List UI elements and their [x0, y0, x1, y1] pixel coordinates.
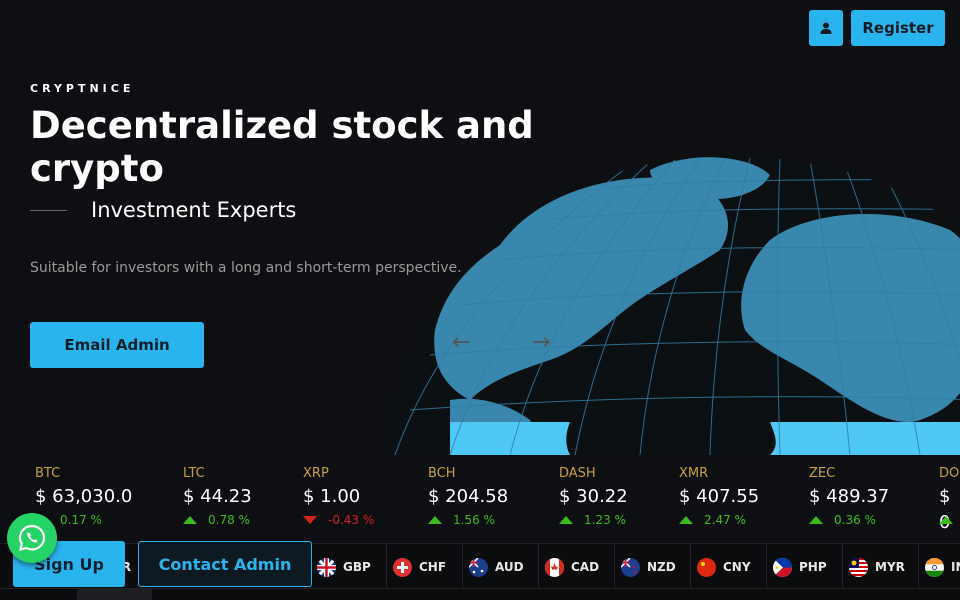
currency-code: CAD — [571, 560, 600, 574]
currency-code: CNY — [723, 560, 751, 574]
triangle-up-icon — [559, 516, 573, 524]
coin-symbol: XRP — [303, 466, 329, 481]
swiss-flag-icon — [393, 557, 412, 577]
whatsapp-icon — [18, 524, 46, 552]
ticker-item: DO $ 0 — [939, 464, 960, 530]
currency-code: MYR — [875, 560, 905, 574]
currency-item[interactable]: GBP — [310, 544, 386, 590]
coin-symbol: LTC — [183, 466, 205, 481]
currency-item[interactable]: IN — [918, 544, 960, 590]
coin-change: 0.36 % — [809, 510, 889, 530]
ticker-item: ZEC $ 489.37 0.36 % — [809, 464, 889, 530]
ticker-item: DASH $ 30.22 1.23 % — [559, 464, 628, 530]
coin-change: 1.23 % — [559, 510, 628, 530]
arrow-left-icon[interactable]: ← — [452, 330, 470, 355]
coin-price: $ 1.00 — [303, 486, 361, 507]
globe-illustration — [390, 156, 960, 455]
coin-change: 1.56 % — [428, 510, 508, 530]
currency-item[interactable]: PHP — [766, 544, 842, 590]
coin-price: $ 44.23 — [183, 486, 252, 507]
contact-admin-button[interactable]: Contact Admin — [138, 541, 312, 587]
currency-item[interactable]: CNY — [690, 544, 766, 590]
arrow-right-icon[interactable]: → — [532, 330, 550, 355]
coin-symbol: XMR — [679, 466, 709, 481]
email-admin-button[interactable]: Email Admin — [30, 322, 204, 368]
coin-symbol: ZEC — [809, 466, 836, 481]
currency-code: AUD — [495, 560, 524, 574]
divider — [30, 209, 67, 211]
triangle-up-icon — [939, 516, 953, 524]
coin-price: $ 0 — [939, 486, 951, 530]
coin-price: $ 489.37 — [809, 486, 890, 507]
coin-price: $ 204.58 — [428, 486, 509, 507]
coin-symbol: BCH — [428, 466, 456, 481]
philippines-flag-icon — [773, 557, 792, 577]
currency-code: GBP — [343, 560, 371, 574]
currency-code: NZD — [647, 560, 676, 574]
coin-change: -0.43 % — [303, 510, 374, 530]
page: Register CRYPTNICE Decentralized stock a… — [0, 0, 960, 600]
coin-change: 2.47 % — [679, 510, 759, 530]
currency-code: IN — [951, 560, 960, 574]
coin-symbol: BTC — [35, 466, 61, 481]
currency-item[interactable]: NZD — [614, 544, 690, 590]
lower-strip — [0, 589, 960, 600]
currency-item[interactable]: CAD — [538, 544, 614, 590]
triangle-up-icon — [428, 516, 442, 524]
currency-item[interactable]: AUD — [462, 544, 538, 590]
user-icon — [820, 22, 832, 34]
account-button[interactable] — [809, 10, 843, 46]
brand-name: CRYPTNICE — [30, 82, 135, 95]
ticker-item: XMR $ 407.55 2.47 % — [679, 464, 759, 530]
price-ticker: BTC $ 63,030.0 0.17 % LTC $ 44.23 0.78 %… — [0, 464, 960, 538]
coin-price: $ 30.22 — [559, 486, 628, 507]
coin-symbol: DO — [939, 466, 960, 481]
triangle-up-icon — [679, 516, 693, 524]
coin-change: 0.78 % — [183, 510, 252, 530]
whatsapp-button[interactable] — [7, 513, 57, 563]
china-flag-icon — [697, 557, 716, 577]
uk-flag-icon — [317, 557, 336, 577]
hero-subline: Investment Experts — [30, 198, 296, 222]
subline-text: Investment Experts — [91, 198, 297, 222]
coin-price: $ 407.55 — [679, 486, 760, 507]
ticker-item: BCH $ 204.58 1.56 % — [428, 464, 508, 530]
currency-item[interactable]: CHF — [386, 544, 462, 590]
india-flag-icon — [925, 557, 944, 577]
malaysia-flag-icon — [849, 557, 868, 577]
triangle-down-icon — [303, 516, 317, 524]
triangle-up-icon — [183, 516, 197, 524]
currency-code: CHF — [419, 560, 447, 574]
register-button[interactable]: Register — [851, 10, 945, 46]
currency-code: PHP — [799, 560, 827, 574]
canada-flag-icon — [545, 557, 564, 577]
new-zealand-flag-icon — [621, 557, 640, 577]
coin-price: $ 63,030.0 — [35, 486, 133, 507]
triangle-up-icon — [809, 516, 823, 524]
australia-flag-icon — [469, 557, 488, 577]
currency-item[interactable]: MYR — [842, 544, 918, 590]
ticker-item: LTC $ 44.23 0.78 % — [183, 464, 252, 530]
coin-symbol: DASH — [559, 466, 596, 481]
ticker-item: XRP $ 1.00 -0.43 % — [303, 464, 374, 530]
strip-tab — [77, 589, 152, 600]
